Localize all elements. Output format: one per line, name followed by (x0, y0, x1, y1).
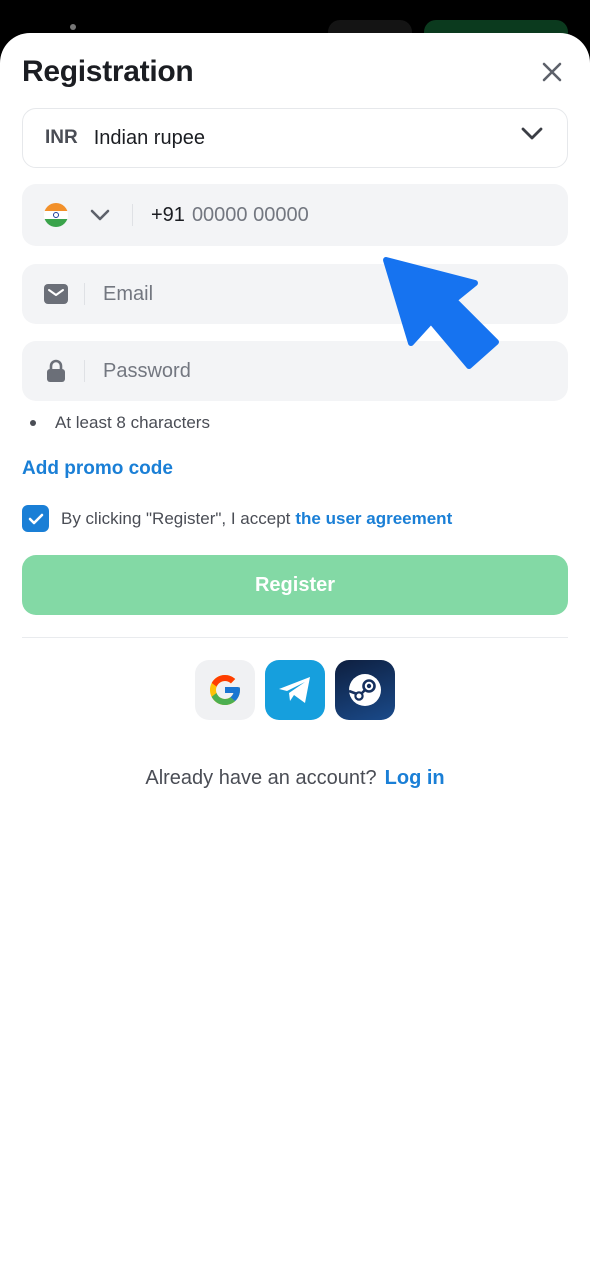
envelope-icon (44, 282, 68, 306)
close-button[interactable] (535, 55, 569, 89)
steam-login-button[interactable] (335, 660, 395, 720)
steam-icon (348, 674, 381, 706)
telegram-icon (279, 677, 310, 703)
phone-prefix: +91 (151, 203, 185, 226)
divider (22, 637, 568, 638)
phone-field: +91 (22, 184, 568, 246)
header-dot (70, 24, 76, 30)
chevron-down-icon (521, 127, 543, 140)
currency-name: Indian rupee (93, 126, 205, 149)
agreement-text: By clicking "Register", I accept (61, 508, 291, 528)
password-hint: At least 8 characters (30, 413, 210, 433)
social-login-row (195, 660, 395, 720)
chevron-down-icon (90, 209, 110, 220)
user-agreement-link[interactable]: the user agreement (295, 509, 452, 529)
pointer-arrow-icon (383, 257, 499, 369)
field-divider (132, 204, 133, 226)
register-button[interactable]: Register (22, 555, 568, 615)
password-hint-text: At least 8 characters (55, 413, 210, 432)
close-icon (542, 62, 562, 82)
currency-select[interactable]: INR Indian rupee (22, 108, 568, 168)
lock-icon (44, 359, 68, 383)
login-prompt: Already have an account? Log in (0, 767, 590, 790)
phone-input[interactable] (189, 202, 524, 228)
agreement-row: By clicking "Register", I accept the use… (22, 505, 452, 532)
country-code-select[interactable] (90, 209, 110, 222)
google-icon (210, 675, 240, 705)
login-question: Already have an account? (145, 767, 377, 789)
field-divider (84, 360, 85, 382)
field-divider (84, 283, 85, 305)
agreement-checkbox[interactable] (22, 505, 49, 532)
india-flag-icon (44, 203, 68, 227)
add-promo-code-link[interactable]: Add promo code (22, 458, 173, 480)
page-title: Registration (22, 55, 194, 88)
telegram-login-button[interactable] (265, 660, 325, 720)
checkmark-icon (28, 513, 43, 524)
currency-code: INR (45, 127, 78, 148)
bullet-icon (30, 420, 36, 426)
login-link[interactable]: Log in (385, 767, 445, 789)
registration-sheet: Registration INR Indian rupee +91 00000 … (0, 33, 590, 1280)
google-login-button[interactable] (195, 660, 255, 720)
